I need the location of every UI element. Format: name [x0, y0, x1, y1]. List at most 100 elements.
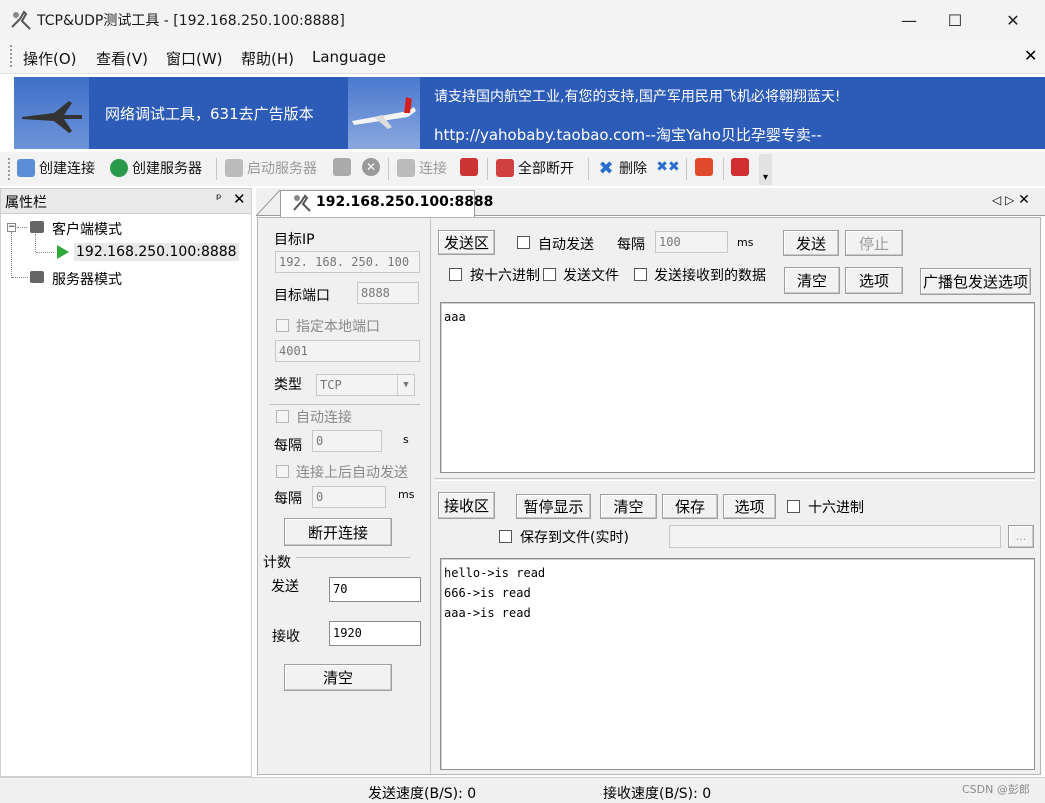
toolbar-overflow-icon[interactable]: ▾	[759, 154, 772, 185]
disconnect-all-button[interactable]: 全部断开	[496, 158, 574, 178]
send-button[interactable]: 发送	[783, 230, 839, 256]
collapse-icon[interactable]: −	[7, 223, 16, 232]
cancel-icon: ✕	[362, 158, 380, 176]
send-clear-button[interactable]: 清空	[784, 267, 840, 294]
tab-close-icon[interactable]: ✕	[1018, 192, 1030, 208]
local-port-field[interactable]: 4001	[275, 340, 420, 362]
stop-server-icon	[333, 158, 351, 176]
send-textarea[interactable]: aaa	[440, 302, 1035, 473]
auto-send-on-connect-label: 连接上后自动发送	[296, 465, 408, 481]
divider	[296, 557, 410, 558]
local-port-checkbox[interactable]	[276, 319, 289, 332]
save-to-file-checkbox[interactable]	[499, 530, 512, 543]
exit-button[interactable]	[731, 158, 749, 176]
recv-count-label: 接收	[272, 629, 300, 645]
start-server-label: 启动服务器	[247, 161, 317, 177]
play-icon	[56, 244, 70, 264]
target-ip-label: 目标IP	[274, 232, 315, 248]
stop-server-button[interactable]	[333, 158, 351, 176]
auto-send-checkbox[interactable]	[517, 236, 530, 249]
create-connection-button[interactable]: 创建连接	[17, 158, 95, 178]
start-server-button[interactable]: 启动服务器	[225, 158, 317, 178]
sidebar-close-icon[interactable]: ✕	[233, 190, 246, 208]
send-file-checkbox[interactable]	[543, 268, 556, 281]
target-ip-field[interactable]: 192. 168. 250. 100	[275, 251, 420, 273]
auto-send-on-connect-checkbox[interactable]	[276, 465, 289, 478]
recv-clear-button[interactable]: 清空	[600, 494, 657, 519]
menu-close-icon[interactable]: ✕	[1024, 46, 1037, 65]
disconnect-all-icon	[496, 159, 514, 177]
interval1-field[interactable]: 0	[312, 430, 382, 452]
globe-icon	[110, 159, 128, 177]
pin-icon[interactable]: ᵖ	[216, 192, 222, 207]
create-server-button[interactable]: 创建服务器	[110, 158, 202, 178]
auto-connect-checkbox[interactable]	[276, 410, 289, 423]
save-file-path-field[interactable]	[669, 525, 1001, 548]
menu-language[interactable]: Language	[312, 48, 386, 66]
type-value: TCP	[320, 378, 342, 392]
target-port-field[interactable]: 8888	[357, 282, 419, 304]
toolbar-separator	[216, 158, 217, 180]
connect-icon	[397, 159, 415, 177]
stop-button[interactable]: 停止	[845, 230, 903, 256]
disconnect-connection-button[interactable]: 断开连接	[284, 518, 392, 546]
tab-icon	[292, 193, 312, 217]
tree-server-mode[interactable]: 服务器模式	[52, 269, 122, 289]
send-interval-field[interactable]: 100	[655, 231, 728, 253]
save-button[interactable]: 保存	[662, 494, 718, 519]
pause-display-button[interactable]: 暂停显示	[516, 494, 591, 519]
send-received-checkbox[interactable]	[634, 268, 647, 281]
chevron-down-icon: ▼	[397, 375, 414, 395]
create-connection-label: 创建连接	[39, 161, 95, 177]
menu-operate[interactable]: 操作(O)	[23, 48, 77, 69]
tab-prev-icon[interactable]: ◁	[992, 193, 1001, 207]
tab-next-icon[interactable]: ▷	[1005, 193, 1014, 207]
recv-textarea[interactable]: hello->is read 666->is read aaa->is read	[440, 558, 1035, 770]
toolbar-separator	[588, 158, 589, 180]
delete-icon: ✖	[598, 157, 614, 179]
send-count-field[interactable]: 70	[329, 577, 421, 602]
new-connection-icon	[17, 159, 35, 177]
tree-line	[35, 234, 36, 252]
recv-line: hello->is read	[444, 566, 546, 580]
recv-count-field[interactable]: 1920	[329, 621, 421, 646]
power-button[interactable]	[695, 158, 713, 176]
tree-line	[12, 277, 28, 278]
splitter[interactable]	[435, 478, 1035, 481]
delete-button[interactable]: ✖ 删除	[597, 157, 647, 179]
watermark: CSDN @彭郎	[962, 783, 1030, 796]
tree-line	[36, 252, 54, 253]
exit-icon	[731, 158, 749, 176]
clear-count-button[interactable]: 清空	[284, 664, 392, 691]
send-options-button[interactable]: 选项	[845, 267, 903, 294]
broadcast-options-button[interactable]: 广播包发送选项	[920, 268, 1031, 295]
delete-all-button[interactable]: ✖✖	[656, 158, 679, 176]
create-server-label: 创建服务器	[132, 161, 202, 177]
disconnect-button[interactable]	[460, 158, 478, 176]
tree-client-mode[interactable]: 客户端模式	[52, 219, 122, 239]
type-select[interactable]: TCP ▼	[316, 374, 415, 396]
counter-title: 计数	[263, 555, 291, 571]
sidebar-tree	[0, 214, 252, 777]
recv-line: aaa->is read	[444, 606, 531, 620]
recv-hex-checkbox[interactable]	[787, 500, 800, 513]
toolbar-separator	[686, 158, 687, 180]
interval2-field[interactable]: 0	[312, 486, 386, 508]
minimize-button[interactable]: —	[886, 0, 932, 40]
cancel-button[interactable]: ✕	[362, 158, 380, 176]
menu-help[interactable]: 帮助(H)	[241, 48, 294, 69]
recv-options-button[interactable]: 选项	[723, 494, 776, 519]
hex-send-label: 按十六进制	[470, 268, 540, 284]
hex-send-checkbox[interactable]	[449, 268, 462, 281]
send-file-label: 发送文件	[563, 268, 619, 284]
menu-view[interactable]: 查看(V)	[96, 48, 148, 69]
connect-button[interactable]: 连接	[397, 158, 447, 178]
maximize-button[interactable]: ☐	[932, 0, 978, 40]
tree-client-item[interactable]: 192.168.250.100:8888	[74, 243, 239, 261]
menu-window[interactable]: 窗口(W)	[166, 48, 223, 69]
divider	[270, 404, 420, 405]
computer-icon	[30, 271, 44, 283]
browse-button[interactable]: ...	[1008, 525, 1034, 548]
close-window-button[interactable]: ✕	[990, 0, 1036, 40]
menu-grip	[10, 45, 12, 67]
